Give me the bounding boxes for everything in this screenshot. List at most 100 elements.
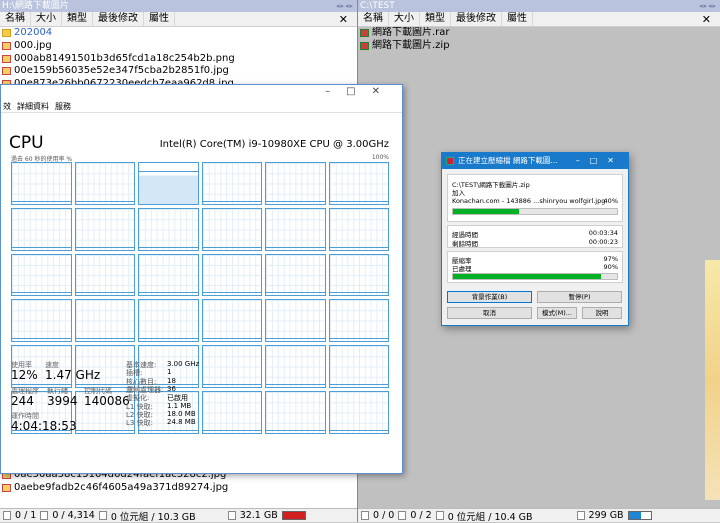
list-item[interactable]: 000.jpg <box>0 40 357 53</box>
current-percent: 40% <box>603 197 618 205</box>
left-status-free: 32.1 GB <box>239 510 278 521</box>
right-column-header: 名稱 大小 類型 最後修改 屬性 ✕ <box>358 12 720 27</box>
left-status-bar: 0 / 1 0 / 4,314 0 位元組 / 10.3 GB 32.1 GB <box>0 508 357 523</box>
cpu-model: Intel(R) Core(TM) i9-10980XE CPU @ 3.00G… <box>159 139 389 150</box>
right-status-files: 0 / 2 <box>410 510 432 521</box>
drive-icon <box>576 511 585 520</box>
column-size[interactable]: 大小 <box>31 12 62 26</box>
cpu-core-graph <box>138 253 199 297</box>
column-type[interactable]: 類型 <box>62 12 93 26</box>
cpu-core-graph <box>11 253 72 297</box>
cpu-core-graph <box>328 299 389 343</box>
left-column-header: 名稱 大小 類型 最後修改 屬性 ✕ <box>0 12 357 27</box>
folder-count-icon <box>3 511 11 520</box>
cpu-core-graph <box>328 207 389 251</box>
column-type[interactable]: 類型 <box>420 12 451 26</box>
cpu-core-graph <box>201 162 262 205</box>
mode-button[interactable]: 模式(M)... <box>537 307 577 319</box>
file-count-icon <box>398 511 407 520</box>
list-item[interactable]: 0aebe9fadb2c46f4605a49a371d89274.jpg <box>0 482 357 495</box>
image-file-icon <box>2 54 11 63</box>
left-file-list: 202004 000.jpg 000ab81491501b3d65fcd1a18c2… <box>0 27 357 90</box>
spec-value: 1 <box>167 368 172 377</box>
help-button[interactable]: 說明 <box>582 307 622 319</box>
left-status-size: 0 位元組 / 10.3 GB <box>110 511 196 523</box>
close-icon[interactable]: ✕ <box>697 13 716 27</box>
rar-archive-icon <box>360 29 369 38</box>
list-item[interactable]: 202004 <box>0 27 357 40</box>
task-manager-content: CPU Intel(R) Core(TM) i9-10980XE CPU @ 3… <box>0 84 403 474</box>
size-icon <box>435 511 444 520</box>
pause-button[interactable]: 暫停(P) <box>537 291 622 303</box>
cpu-core-graph <box>265 345 326 389</box>
total-progress-fill <box>453 274 601 279</box>
left-pane-controls[interactable]: ◂▸◂▸ <box>336 0 354 12</box>
column-name[interactable]: 名稱 <box>0 12 31 26</box>
cpu-core-graph <box>201 391 262 434</box>
column-size[interactable]: 大小 <box>389 12 420 26</box>
window-controls[interactable]: –□✕ <box>576 153 624 169</box>
cpu-core-graph <box>265 207 326 251</box>
cancel-button[interactable]: 取消 <box>447 307 532 319</box>
column-modified[interactable]: 最後修改 <box>451 12 502 26</box>
action-label: 加入 <box>452 189 465 197</box>
spec-value: 1.1 MB <box>167 401 192 410</box>
right-status-free: 299 GB <box>588 510 624 521</box>
right-pane-controls[interactable]: ◂▸◂▸ <box>699 0 717 12</box>
image-file-icon <box>2 484 11 493</box>
left-path-bar[interactable]: H:\網路下載圖片 ◂▸◂▸ <box>0 0 357 12</box>
cpu-core-graph <box>74 162 135 205</box>
left-path: H:\網路下載圖片 <box>2 1 69 11</box>
cpu-core-graph <box>11 299 72 343</box>
list-item[interactable]: 000ab81491501b3d65fcd1a18c254b2b.png <box>0 52 357 65</box>
disk-usage-bar <box>627 511 652 520</box>
right-file-list: 網路下載圖片.rar 網路下載圖片.zip <box>358 27 720 53</box>
right-path-bar[interactable]: C:\TEST ◂▸◂▸ <box>358 0 720 12</box>
cpu-core-graph <box>328 162 389 205</box>
list-item[interactable]: 00e159b56035e52e347f5cba2b2851f0.jpg <box>0 65 357 78</box>
column-attributes[interactable]: 屬性 <box>502 12 533 26</box>
file-name: 00e159b56035e52e347f5cba2b2851f0.jpg <box>14 65 229 77</box>
spec-value: 36 <box>167 384 176 393</box>
cpu-core-graph <box>328 253 389 297</box>
column-modified[interactable]: 最後修改 <box>93 12 144 26</box>
cpu-core-graph <box>328 391 389 434</box>
cpu-core-graph <box>265 299 326 343</box>
processes-value: 244 <box>11 394 34 408</box>
file-name: 000ab81491501b3d65fcd1a18c254b2b.png <box>14 52 235 64</box>
time-panel: 經過時間 00:03:34 剩餘時間 00:00:23 <box>447 225 623 248</box>
spec-label: L3 快取: <box>126 419 153 428</box>
spec-value: 3.00 GHz <box>167 360 200 368</box>
cpu-core-graph <box>201 253 262 297</box>
cpu-core-graph <box>11 162 72 205</box>
close-icon[interactable]: ✕ <box>334 13 353 27</box>
cpu-core-graph <box>328 345 389 389</box>
zip-archive-icon <box>360 42 369 51</box>
cpu-core-graph <box>74 299 135 343</box>
column-name[interactable]: 名稱 <box>358 12 389 26</box>
cpu-core-graph <box>265 391 326 434</box>
cpu-core-graph <box>265 162 326 205</box>
left-status-files: 0 / 4,314 <box>52 510 95 521</box>
spec-value: 18 <box>167 376 176 385</box>
file-name: 000.jpg <box>14 40 52 52</box>
right-status-size: 0 位元組 / 10.4 GB <box>447 511 533 523</box>
folder-icon <box>2 29 11 38</box>
processed-value: 90% <box>603 263 618 271</box>
graph-max-label: 100% <box>371 154 389 161</box>
column-attributes[interactable]: 屬性 <box>144 12 175 26</box>
current-file-panel: C:\TEST\網路下載圖片.zip 加入 Konachan.com - 143… <box>447 174 623 222</box>
background-button[interactable]: 背景作業(B) <box>447 291 532 303</box>
dialog-titlebar[interactable]: 正在建立壓縮檔 網路下載圖... –□✕ <box>442 153 628 169</box>
list-item[interactable]: 網路下載圖片.zip <box>358 40 720 53</box>
cpu-core-graph <box>201 345 262 389</box>
dialog-title: 正在建立壓縮檔 網路下載圖... <box>458 156 558 165</box>
handles-value: 140086 <box>84 394 130 408</box>
file-progress-bar <box>452 208 618 215</box>
cpu-core-graph <box>138 207 199 251</box>
image-file-icon <box>2 42 11 51</box>
left-status-selected: 0 / 1 <box>15 510 37 521</box>
remaining-value: 00:00:23 <box>588 238 618 246</box>
list-item[interactable]: 網路下載圖片.rar <box>358 27 720 40</box>
elapsed-value: 00:03:34 <box>588 229 618 237</box>
